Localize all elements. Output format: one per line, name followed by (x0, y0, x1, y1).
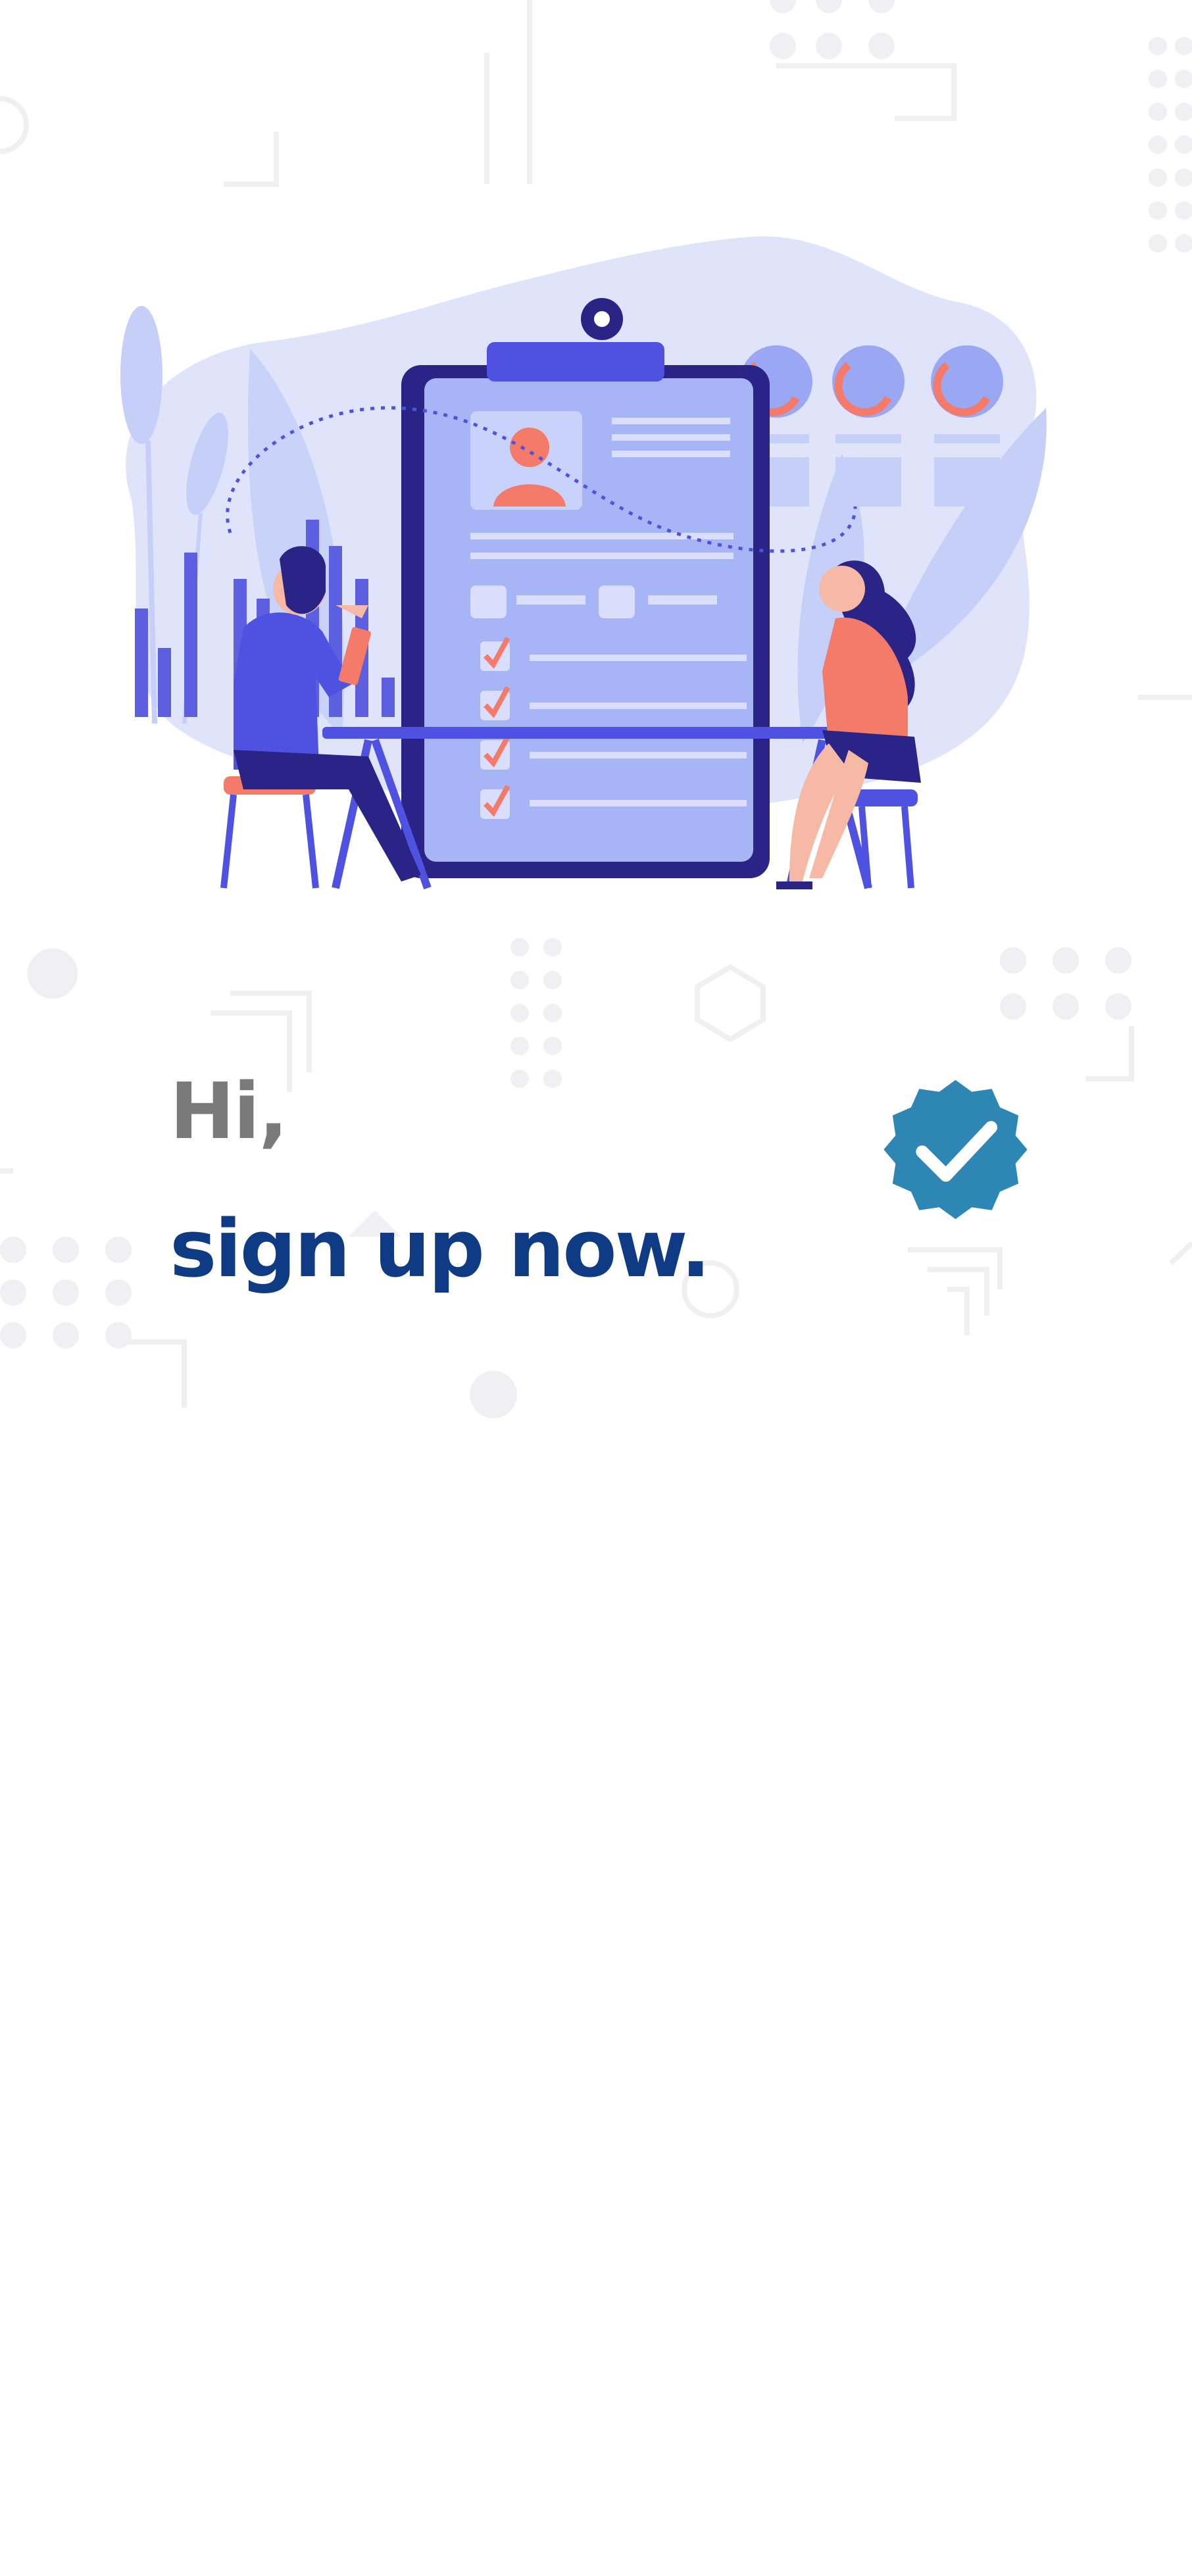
verified-check-icon (883, 1079, 1028, 1220)
job-interview-illustration (120, 236, 1047, 890)
signup-headline: sign up now. (170, 1204, 710, 1295)
greeting-text: Hi, (170, 1066, 288, 1156)
clipboard (401, 298, 770, 878)
signup-welcome-screen: Hi, sign up now. (0, 0, 1192, 2576)
